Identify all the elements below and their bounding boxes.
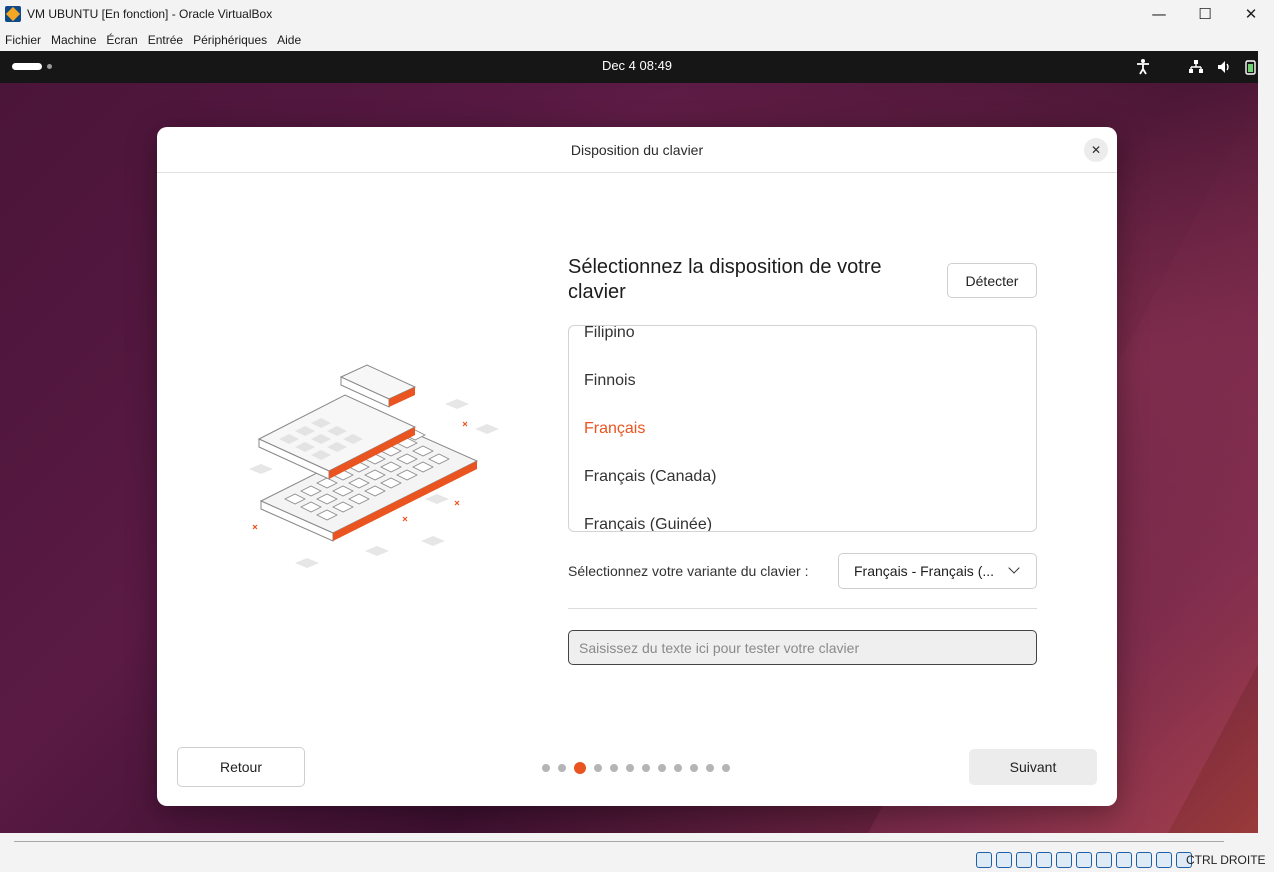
display-icon[interactable] (1096, 852, 1112, 868)
menu-aide[interactable]: Aide (272, 33, 306, 47)
menu-entree[interactable]: Entrée (143, 33, 188, 47)
keyboard-layout-dialog: Disposition du clavier ✕ Sélectionnez la… (157, 127, 1117, 806)
guest-additions-icon[interactable] (1156, 852, 1172, 868)
usb-icon[interactable] (1056, 852, 1072, 868)
layout-list[interactable]: Filipino Finnois Français Français (Cana… (568, 325, 1037, 532)
window-controls: — ☐ ✕ (1136, 0, 1274, 28)
step-dot-current (574, 762, 586, 774)
step-dot (658, 764, 666, 772)
network-icon[interactable] (1188, 58, 1204, 76)
step-dot (642, 764, 650, 772)
status-separator (14, 841, 1224, 842)
step-dot (674, 764, 682, 772)
list-item[interactable]: Filipino (584, 326, 635, 342)
chevron-down-icon (1008, 562, 1020, 574)
guest-screen: Dec 4 08:49 Disposition du clavier ✕ Sél… (0, 51, 1258, 833)
accessibility-icon[interactable] (1135, 58, 1151, 76)
battery-icon[interactable] (1243, 58, 1257, 76)
divider (568, 608, 1037, 609)
recording-icon[interactable] (1116, 852, 1132, 868)
step-dot (610, 764, 618, 772)
step-dot (690, 764, 698, 772)
dialog-header: Disposition du clavier ✕ (157, 127, 1117, 173)
page-heading: Sélectionnez la disposition de votre cla… (568, 256, 882, 303)
step-indicator (542, 762, 730, 774)
volume-icon[interactable] (1216, 58, 1232, 76)
window-titlebar: VM UBUNTU [En fonction] - Oracle Virtual… (0, 0, 1274, 28)
variant-value: Français - Français (... (854, 563, 995, 579)
menu-machine[interactable]: Machine (46, 33, 101, 47)
step-dot (594, 764, 602, 772)
device-icons (976, 852, 1192, 868)
minimize-button[interactable]: — (1136, 0, 1182, 28)
menu-ecran[interactable]: Écran (101, 33, 142, 47)
window-title: VM UBUNTU [En fonction] - Oracle Virtual… (27, 7, 273, 21)
hard-disk-icon[interactable] (976, 852, 992, 868)
list-item[interactable]: Français (Canada) (584, 468, 717, 486)
keyboard-test-input[interactable] (568, 630, 1037, 665)
step-dot (542, 764, 550, 772)
step-dot (626, 764, 634, 772)
variant-label: Sélectionnez votre variante du clavier : (568, 563, 809, 579)
maximize-button[interactable]: ☐ (1182, 0, 1228, 28)
step-dot (706, 764, 714, 772)
virtualbox-icon (5, 6, 21, 22)
clock[interactable]: Dec 4 08:49 (0, 58, 1258, 73)
network-adapter-icon[interactable] (1036, 852, 1052, 868)
menu-peripheriques[interactable]: Périphériques (188, 33, 272, 47)
cpu-icon[interactable] (1136, 852, 1152, 868)
list-item-selected[interactable]: Français (584, 420, 645, 438)
next-button[interactable]: Suivant (969, 749, 1097, 785)
gnome-top-bar: Dec 4 08:49 (0, 51, 1258, 83)
detect-button[interactable]: Détecter (947, 263, 1037, 298)
back-button[interactable]: Retour (177, 747, 305, 787)
menu-fichier[interactable]: Fichier (0, 33, 46, 47)
dialog-title: Disposition du clavier (570, 142, 704, 158)
list-item[interactable]: Français (Guinée) (584, 516, 712, 531)
close-dialog-button[interactable]: ✕ (1084, 138, 1108, 162)
keyboard-illustration (249, 364, 499, 568)
step-dot (722, 764, 730, 772)
close-window-button[interactable]: ✕ (1228, 0, 1274, 28)
vm-status-bar: CTRL DROITE (0, 833, 1274, 872)
variant-dropdown[interactable]: Français - Français (... (838, 553, 1037, 589)
step-dot (558, 764, 566, 772)
shared-folder-icon[interactable] (1076, 852, 1092, 868)
menu-bar: Fichier Machine Écran Entrée Périphériqu… (0, 28, 1274, 51)
list-item[interactable]: Finnois (584, 372, 636, 390)
host-key-label: CTRL DROITE (1186, 853, 1266, 867)
audio-icon[interactable] (1016, 852, 1032, 868)
optical-drive-icon[interactable] (996, 852, 1012, 868)
